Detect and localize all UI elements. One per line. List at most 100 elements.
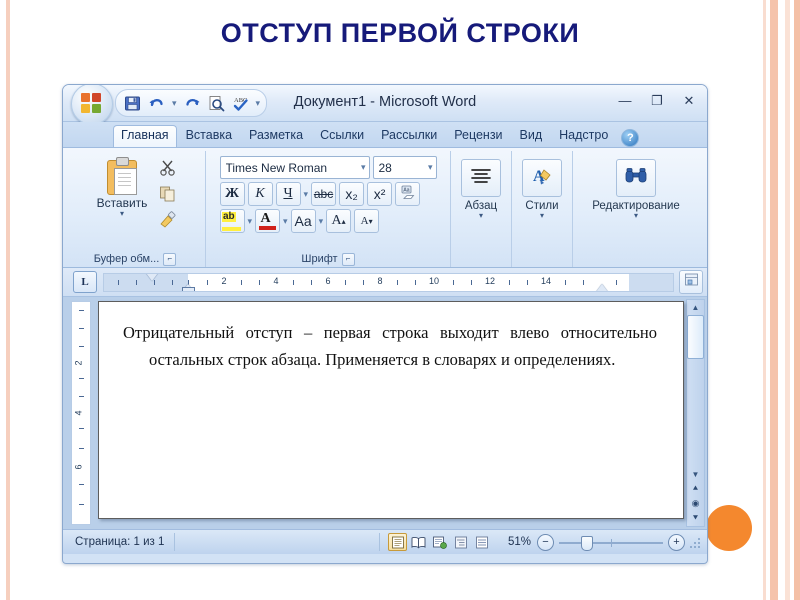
tab-view[interactable]: Вид [512,125,551,147]
tab-references[interactable]: Ссылки [312,125,372,147]
grow-font-arrow-icon: ▴ [341,216,346,226]
document-paragraph[interactable]: Отрицательный отступ – первая строка вых… [123,320,657,373]
maximize-button[interactable]: ❐ [649,93,665,109]
slide-border-stripe-right-4 [794,0,800,600]
slide-border-stripe-right-2 [770,0,778,600]
tab-insert[interactable]: Вставка [178,125,240,147]
tab-mailings[interactable]: Рассылки [373,125,445,147]
document-page[interactable]: Отрицательный отступ – первая строка вых… [98,301,684,519]
vertical-scrollbar[interactable]: ▲ ▼ ⯅ ◉ ⯆ [686,299,705,527]
change-case-button[interactable]: Aa [290,209,316,233]
format-painter-icon [159,210,177,234]
tab-page-layout[interactable]: Разметка [241,125,311,147]
underline-button[interactable]: Ч [275,182,301,206]
zoom-slider-thumb[interactable] [581,535,593,551]
tab-addins[interactable]: Надстро [551,125,616,147]
scrollbar-thumb[interactable] [687,315,704,359]
vertical-ruler-number-4: 4 [73,410,84,416]
paragraph-chevron-down-icon[interactable]: ▾ [479,212,483,220]
paste-button[interactable]: Вставить ▾ [89,155,155,218]
next-object-button[interactable]: ⯆ [688,511,703,526]
zoom-out-button[interactable]: − [537,533,554,551]
change-case-chevron-down-icon[interactable]: ▾ [319,216,324,227]
font-color-button[interactable]: A [255,209,281,233]
scroll-up-button[interactable]: ▲ [688,300,703,314]
previous-object-button[interactable]: ⯅ [688,481,703,496]
ribbon-group-styles[interactable]: A Стили ▾ [512,151,573,267]
font-size-value: 28 [378,160,392,175]
font-name-chevron-down-icon[interactable]: ▾ [361,162,366,173]
paragraph-group-button[interactable] [461,159,501,197]
view-buttons-group [380,533,499,551]
page-indicator[interactable]: Страница: 1 из 1 [67,533,176,551]
styles-icon: A [531,166,553,191]
zoom-level-label[interactable]: 51% [499,536,537,548]
tab-review[interactable]: Рецензи [446,125,510,147]
shrink-font-letter: A [360,215,369,227]
styles-chevron-down-icon[interactable]: ▾ [540,212,544,220]
font-size-combo[interactable]: 28 ▾ [372,156,437,179]
shrink-font-button[interactable]: A ▾ [354,209,380,233]
word-application-window: ▾ ABC ▾ Документ1 - Microsoft Word — ❐ ✕… [62,84,708,564]
copy-button[interactable] [155,184,181,208]
highlight-chevron-down-icon[interactable]: ▾ [248,216,253,227]
draft-view-button[interactable] [472,533,491,551]
ribbon-group-paragraph[interactable]: Абзац ▾ [451,151,512,267]
format-painter-button[interactable] [155,210,181,234]
strikethrough-button[interactable]: abc [311,182,337,206]
underline-chevron-down-icon[interactable]: ▾ [304,189,309,200]
view-ruler-toggle-button[interactable] [679,270,703,294]
slide-border-stripe-right-1 [763,0,766,600]
clipboard-dialog-launcher[interactable]: ⌐ [163,252,177,266]
font-dialog-launcher[interactable]: ⌐ [341,252,355,266]
superscript-button[interactable]: x² [367,182,393,206]
grow-font-button[interactable]: A ▴ [326,209,352,233]
tab-stop-selector[interactable]: L [73,271,97,293]
paragraph-lines-icon [470,167,492,190]
editing-chevron-down-icon[interactable]: ▾ [634,212,638,220]
print-layout-view-button[interactable] [388,533,407,551]
text-highlight-button[interactable]: ab [219,209,245,233]
italic-button[interactable]: К [247,182,273,206]
first-line-indent-marker[interactable] [146,273,158,281]
styles-group-button[interactable]: A [522,159,562,197]
status-bar-spacer [175,533,380,551]
right-indent-marker[interactable] [596,283,608,291]
paste-dropdown-icon[interactable]: ▾ [120,210,124,218]
zoom-in-button[interactable]: + [668,533,685,551]
left-indent-marker[interactable] [182,286,195,291]
subscript-button[interactable]: x₂ [339,182,365,206]
ribbon-group-clipboard: Вставить ▾ Буфер обм... ⌐ [65,151,206,267]
horizontal-ruler[interactable]: 2 4 6 8 10 12 14 [103,272,674,292]
resize-grip[interactable] [689,535,703,549]
scissors-icon [159,159,177,182]
bold-button[interactable]: Ж [219,182,245,206]
close-button[interactable]: ✕ [681,93,697,109]
font-name-combo[interactable]: Times New Roman ▾ [219,156,370,179]
tab-home[interactable]: Главная [113,125,177,147]
font-color-icon: A [258,211,277,231]
vertical-ruler[interactable]: 2 4 6 [71,301,91,525]
ruler-number-6: 6 [325,275,331,286]
help-icon[interactable]: ? [621,129,640,147]
ribbon: Вставить ▾ Буфер обм... ⌐ Times New Roma… [63,148,707,268]
select-browse-object-button[interactable]: ◉ [688,496,703,511]
slide-border-stripe-right-3 [785,0,790,600]
ruler-number-14: 14 [540,275,552,286]
outline-view-button[interactable] [451,533,470,551]
font-color-chevron-down-icon[interactable]: ▾ [283,216,288,227]
scroll-down-button[interactable]: ▼ [688,467,703,481]
svg-text:Aa: Aa [403,188,409,194]
editing-group-button[interactable] [615,159,656,197]
cut-button[interactable] [155,158,181,182]
zoom-slider[interactable] [559,535,663,551]
ribbon-group-editing[interactable]: Редактирование ▾ [573,151,699,267]
ruler-number-4: 4 [273,275,279,286]
title-bar: ▾ ABC ▾ Документ1 - Microsoft Word — ❐ ✕ [63,85,707,125]
vertical-ruler-number-6: 6 [73,464,84,470]
full-screen-reading-view-button[interactable] [409,533,428,551]
web-layout-view-button[interactable] [430,533,449,551]
clear-formatting-button[interactable]: Aa [395,182,421,206]
font-size-chevron-down-icon[interactable]: ▾ [428,162,433,173]
minimize-button[interactable]: — [617,93,633,109]
